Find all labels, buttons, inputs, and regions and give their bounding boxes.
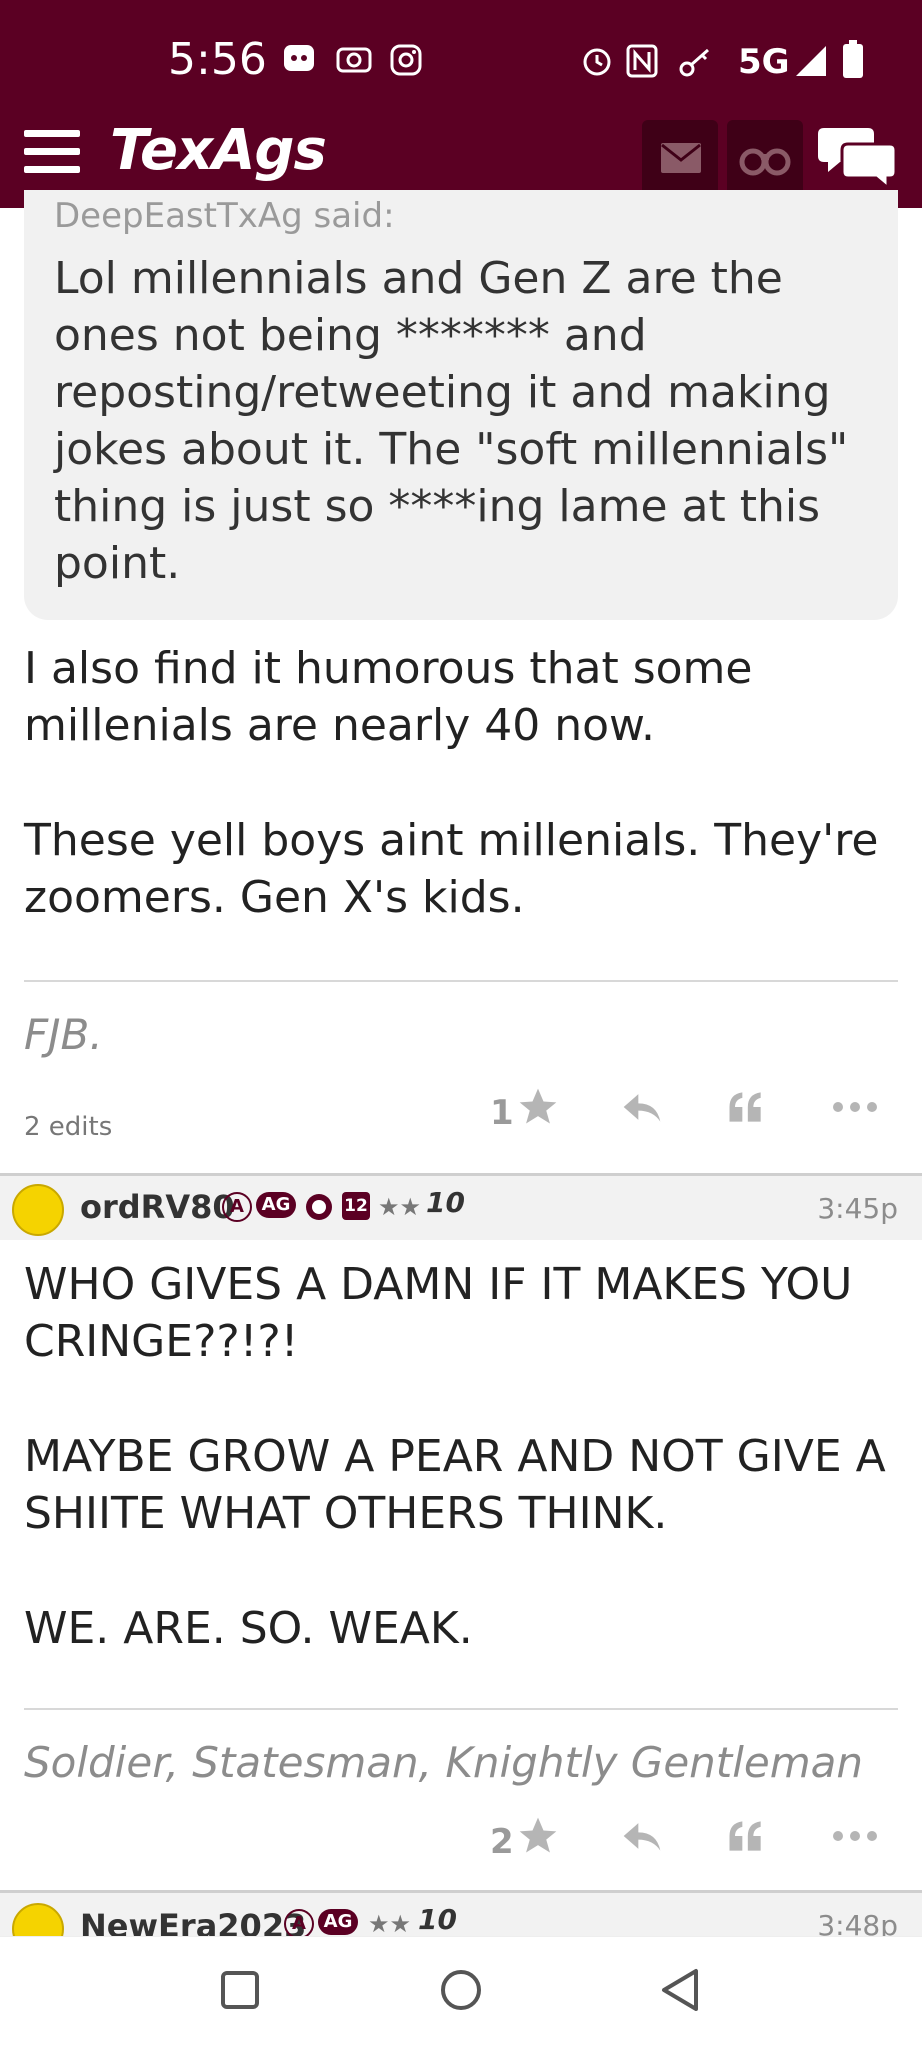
badge-a: A: [222, 1192, 252, 1222]
battery-icon: [842, 40, 864, 80]
messages-button[interactable]: [642, 120, 718, 196]
signature-divider: [24, 980, 898, 982]
signature-divider: [24, 1708, 898, 1710]
post-actions: 1: [480, 1085, 900, 1145]
avatar[interactable]: [12, 1903, 64, 1936]
quoted-post: DeepEastTxAg said: Lol millennials and G…: [24, 190, 898, 620]
star-icon[interactable]: [516, 1085, 566, 1135]
post-time: 3:45p: [817, 1192, 898, 1225]
more-options-icon[interactable]: [830, 1085, 880, 1135]
quote-author: DeepEastTxAg said:: [54, 196, 395, 236]
instagram-icon: [390, 44, 422, 76]
stars-badge: ★★: [378, 1193, 422, 1221]
tenure-badge: 10: [418, 1903, 457, 1936]
system-nav-bar: [0, 1936, 922, 2049]
post-body-paragraph: WE. ARE. SO. WEAK.: [24, 1603, 473, 1654]
username[interactable]: NewEra2023: [80, 1907, 306, 1936]
avatar[interactable]: [12, 1184, 64, 1236]
reply-icon[interactable]: [620, 1814, 670, 1864]
nfc-icon: [626, 44, 658, 78]
quote-icon[interactable]: [724, 1085, 774, 1135]
edits-link[interactable]: 2 edits: [24, 1112, 112, 1142]
camera-icon: [336, 44, 372, 74]
quote-icon[interactable]: [724, 1814, 774, 1864]
hamburger-menu-icon[interactable]: [24, 130, 80, 176]
post-body-paragraph: WHO GIVES A DAMN IF IT MAKES YOU CRINGE?…: [24, 1259, 853, 1367]
stars-badge: ★★: [368, 1910, 412, 1936]
badge-ag: AG: [256, 1192, 296, 1218]
watch-button[interactable]: [727, 120, 803, 196]
badge-a: A: [284, 1909, 314, 1936]
site-logo[interactable]: TexAgs: [110, 118, 327, 183]
more-options-icon[interactable]: [830, 1814, 880, 1864]
binoculars-icon: [739, 142, 791, 180]
chat-icon[interactable]: [818, 122, 898, 192]
badge-icon: [302, 1192, 336, 1222]
alarm-icon: [580, 44, 614, 78]
reply-icon[interactable]: [620, 1085, 670, 1135]
post-body-paragraph: I also find it humorous that some millen…: [24, 643, 753, 751]
star-count: 1: [490, 1093, 514, 1133]
status-bar: 5:56 5G: [0, 0, 922, 120]
post-signature: FJB.: [24, 1010, 103, 1059]
mail-icon: [660, 142, 702, 178]
post-body-paragraph: These yell boys aint millenials. They're…: [24, 815, 879, 923]
star-count: 2: [490, 1822, 514, 1862]
signal-icon: [794, 44, 828, 78]
post-header: NewEra2023 A AG ★★ 10 3:48p: [0, 1893, 922, 1936]
back-icon[interactable]: [656, 1965, 706, 2015]
post-time: 3:48p: [817, 1909, 898, 1936]
post-actions: 2: [480, 1814, 900, 1874]
discord-icon: [282, 42, 316, 76]
post-signature: Soldier, Statesman, Knightly Gentleman: [24, 1738, 864, 1787]
badge-ag: AG: [318, 1909, 358, 1935]
status-time: 5:56: [168, 34, 267, 85]
post-header: ordRV80 A AG 12 ★★ 10 3:45p: [0, 1176, 922, 1240]
badge-12: 12: [342, 1192, 370, 1220]
app-top-bar: 5:56 5G TexAgs: [0, 0, 922, 208]
tenure-badge: 10: [426, 1186, 465, 1219]
home-icon[interactable]: [436, 1965, 486, 2015]
network-type: 5G: [738, 42, 790, 82]
recents-icon[interactable]: [215, 1965, 265, 2015]
key-icon: [678, 44, 714, 78]
post-body-paragraph: MAYBE GROW A PEAR AND NOT GIVE A SHIITE …: [24, 1431, 886, 1539]
star-icon[interactable]: [516, 1814, 566, 1864]
username[interactable]: ordRV80: [80, 1188, 235, 1226]
quote-text: Lol millennials and Gen Z are the ones n…: [54, 253, 849, 589]
